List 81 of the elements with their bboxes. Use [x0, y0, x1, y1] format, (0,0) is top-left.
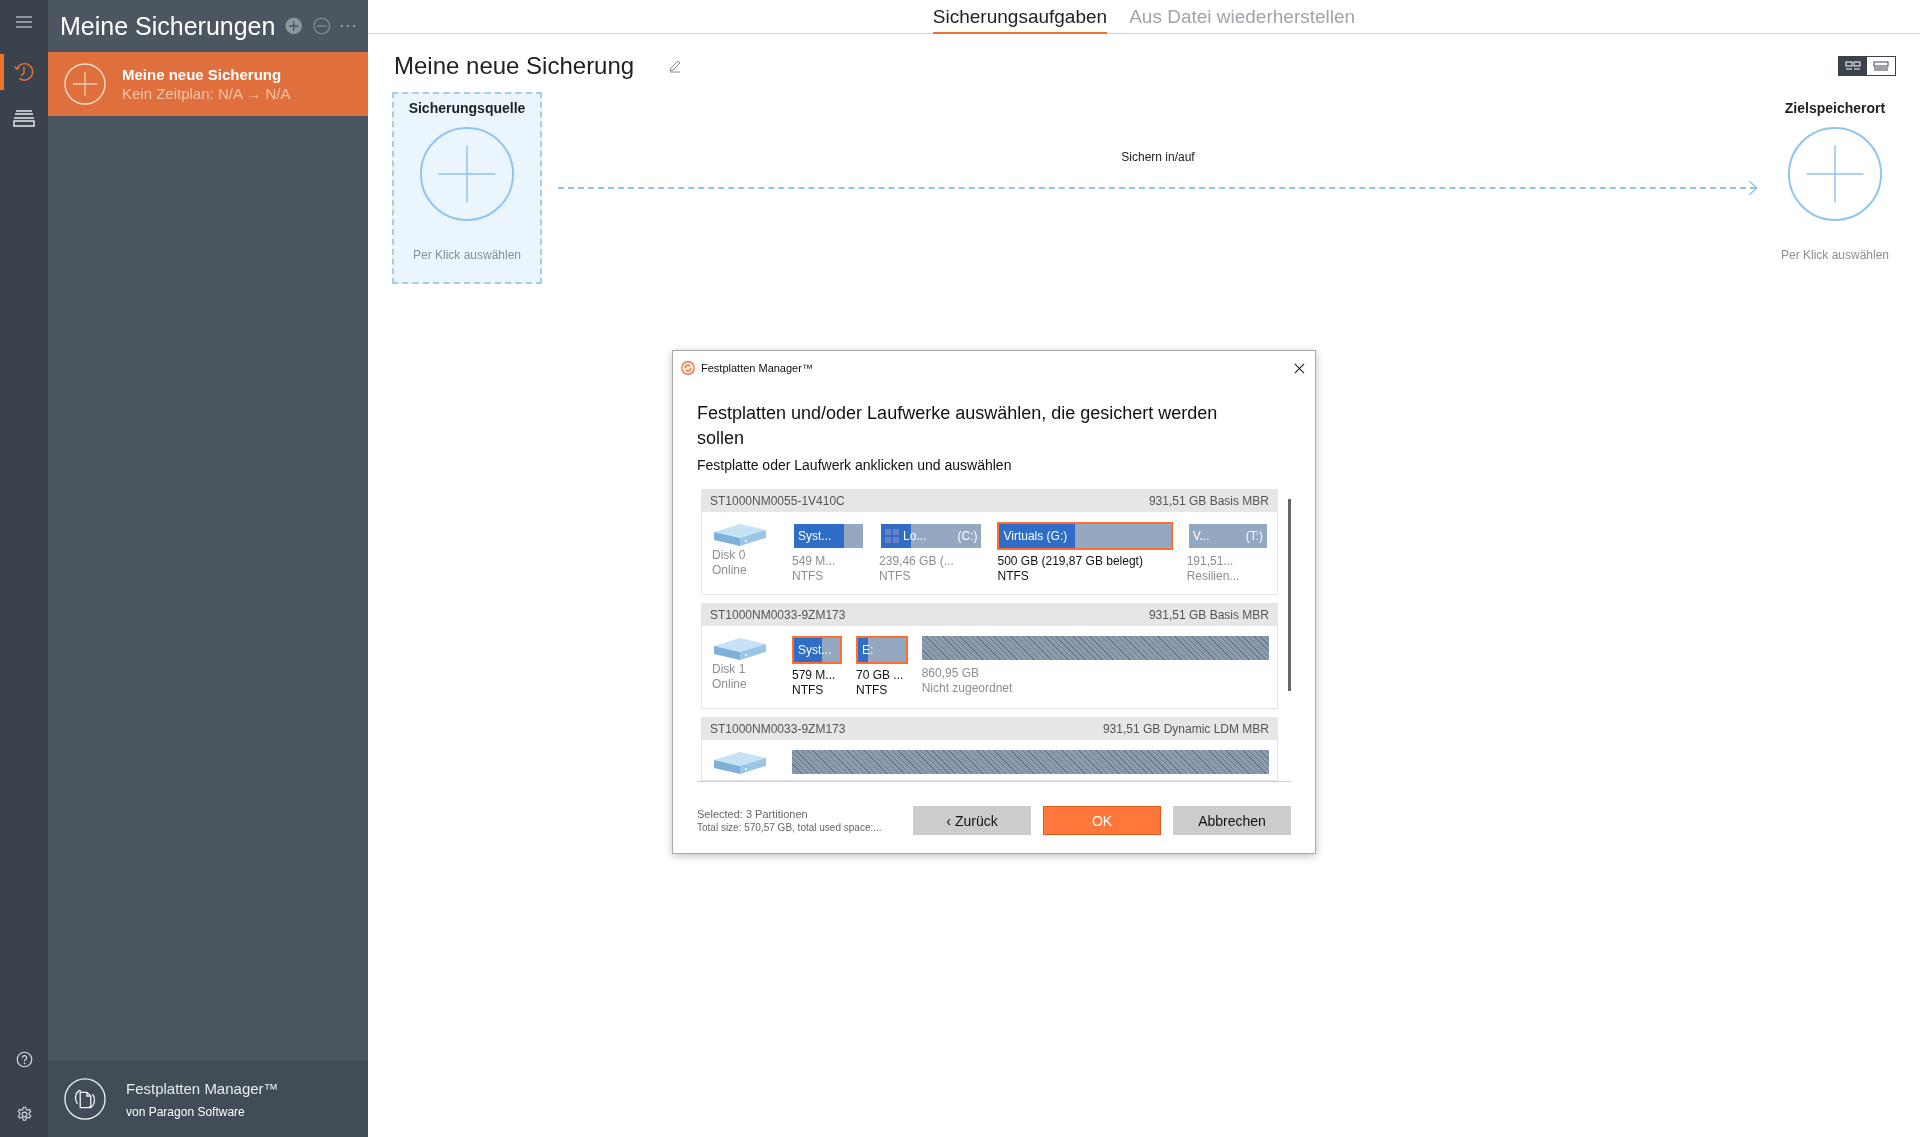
- disk-name: Disk 0: [712, 548, 747, 563]
- partition-label: V...: [1192, 529, 1210, 543]
- drive-letter: (C:): [957, 529, 978, 543]
- file-system: NTFS: [856, 683, 889, 698]
- ok-button[interactable]: OK: [1043, 806, 1161, 835]
- partition-size: 239,46 GB (...: [879, 554, 955, 569]
- remove-icon[interactable]: [312, 16, 331, 36]
- hard-disk-icon[interactable]: [712, 636, 768, 662]
- selection-summary: Total size: 570,57 GB, total used space:...: [697, 822, 883, 833]
- disk-info: 931,51 GB Basis MBR: [1148, 608, 1269, 622]
- task-title: Meine neue Sicherung: [394, 52, 635, 80]
- source-hint: Per Klick auswählen: [412, 248, 522, 262]
- menu-icon[interactable]: [16, 16, 32, 28]
- partition-size: 860,95 GB: [921, 666, 980, 681]
- add-icon[interactable]: [285, 16, 303, 36]
- partition-size: 549 M...: [792, 554, 837, 569]
- help-icon[interactable]: [15, 1051, 33, 1068]
- connector-label: Sichern in/auf: [1121, 150, 1195, 164]
- disk-info: 931,51 GB Dynamic LDM MBR: [1102, 722, 1269, 736]
- tile-view-button[interactable]: [1839, 57, 1867, 75]
- partition-bar[interactable]: Syst...: [792, 636, 842, 664]
- settings-icon[interactable]: [15, 1106, 33, 1123]
- partition-size: 191,51...: [1186, 554, 1235, 569]
- partition-label: E:: [862, 643, 874, 657]
- partition-note: Nicht zugeordnet: [921, 681, 1014, 696]
- partition-label: Syst...: [798, 643, 832, 657]
- dialog-heading: Festplatten und/oder Laufwerke auswählen, die gesichert werden sollen: [697, 402, 1219, 450]
- disk-info: 931,51 GB Basis MBR: [1148, 494, 1269, 508]
- destination-hint: Per Klick auswählen: [1780, 248, 1890, 262]
- product-name: Festplatten Manager™: [126, 1079, 279, 1097]
- partition-size: 579 M...: [792, 668, 837, 683]
- destination-title: Zielspeicherort: [1784, 100, 1886, 116]
- file-system: NTFS: [792, 569, 825, 584]
- more-icon[interactable]: [340, 24, 356, 28]
- drive-stack-icon: [13, 109, 35, 127]
- app-logo-icon: [681, 361, 695, 375]
- file-system: NTFS: [997, 569, 1030, 584]
- tiles-icon: [1845, 61, 1861, 71]
- dialog-button[interactable]: Abbrechen: [1173, 806, 1291, 835]
- partition-label: Syst...: [798, 529, 832, 543]
- clock-icon: [13, 61, 35, 83]
- partition-size: 70 GB ...: [856, 668, 905, 683]
- plus-circle-icon: [64, 63, 106, 105]
- sidebar-title: Meine Sicherungen: [60, 11, 276, 41]
- disk-model: ST1000NM0033-9ZM173: [710, 608, 846, 622]
- file-system: NTFS: [879, 569, 912, 584]
- file-system: NTFS: [792, 683, 825, 698]
- drive-letter: (T:): [1245, 529, 1263, 543]
- hard-disk-icon[interactable]: [712, 750, 768, 776]
- task-schedule: Kein Zeitplan: N/A → N/A: [122, 85, 291, 102]
- partition-bar[interactable]: E:: [856, 636, 908, 664]
- file-system: Resilien...: [1186, 569, 1241, 584]
- partition-bar[interactable]: Virtuals (G:): [997, 522, 1173, 550]
- vendor-name: von Paragon Software: [126, 1104, 246, 1119]
- disk-status: Online: [712, 677, 748, 692]
- close-icon[interactable]: [1294, 362, 1305, 374]
- source-title: Sicherungsquelle: [408, 100, 526, 116]
- destination-node[interactable]: Zielspeicherort Per Klick auswählen: [1770, 92, 1900, 262]
- hard-disk-icon[interactable]: [712, 522, 768, 548]
- partition-label: Virtuals (G:): [1003, 529, 1068, 543]
- plus-circle-icon: [1787, 126, 1883, 222]
- sync-document-logo-icon: [64, 1078, 106, 1120]
- disk-status: Online: [712, 563, 748, 578]
- list-icon: [1873, 61, 1889, 71]
- backup-task-item[interactable]: Meine neue Sicherung Kein Zeitplan: N/A → N/A: [48, 52, 368, 116]
- dialog-subheading: Festplatte oder Laufwerk anklicken und auswählen: [697, 457, 1013, 473]
- edit-icon[interactable]: [668, 59, 683, 73]
- windows-icon: [885, 529, 900, 543]
- disk-model: ST1000NM0055-1V410C: [710, 494, 845, 508]
- dialog-button[interactable]: ‹ Zurück: [913, 806, 1031, 835]
- partition-bar[interactable]: Syst...: [792, 522, 866, 550]
- disk-model: ST1000NM0033-9ZM173: [710, 722, 846, 736]
- dialog-title: Festplatten Manager™: [701, 362, 813, 374]
- partition-size: 500 GB (219,87 GB belegt): [997, 554, 1144, 569]
- scrollbar[interactable]: [1288, 499, 1291, 691]
- selection-summary: Selected: 3 Partitionen: [697, 808, 809, 820]
- tab[interactable]: Sicherungsaufgaben: [932, 0, 1108, 34]
- disk-name: Disk 1: [712, 662, 747, 677]
- plus-circle-icon: [419, 126, 515, 222]
- source-card[interactable]: Sicherungsquelle Per Klick auswählen: [392, 92, 542, 284]
- task-name: Meine neue Sicherung: [122, 66, 283, 83]
